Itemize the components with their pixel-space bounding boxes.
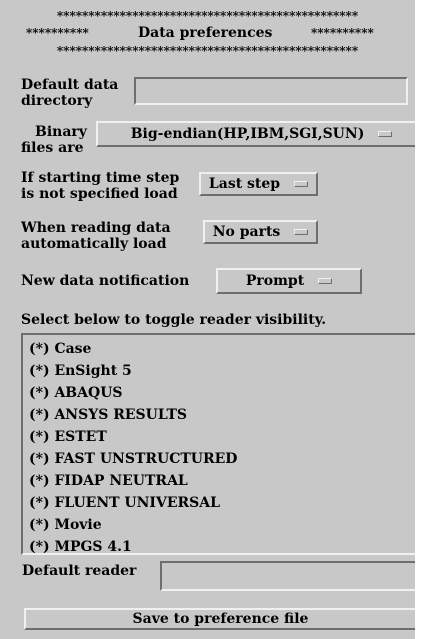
list-item[interactable]: (*) ESTET: [29, 429, 107, 445]
default-reader-field[interactable]: [160, 561, 415, 591]
list-item[interactable]: (*) FAST UNSTRUCTURED: [29, 451, 237, 467]
list-item[interactable]: (*) FLUENT UNIVERSAL: [29, 495, 220, 511]
starting-time-step-option-menu[interactable]: Last step: [199, 172, 318, 196]
header-title-row: ********** Data preferences **********: [0, 25, 415, 41]
starting-time-step-selected: Last step: [208, 176, 281, 192]
reader-list[interactable]: (*) Case (*) EnSight 5 (*) ABAQUS (*) AN…: [21, 333, 415, 555]
save-button-label: Save to preference file: [132, 611, 309, 627]
default-data-directory-label-line1: Default data: [21, 77, 119, 93]
window-background-edge: [415, 0, 443, 639]
header-stars-bottom: ****************************************…: [56, 44, 359, 58]
reader-list-viewport: (*) Case (*) EnSight 5 (*) ABAQUS (*) AN…: [25, 337, 415, 555]
default-data-directory-field[interactable]: [134, 77, 408, 105]
list-item[interactable]: (*) FIDAP NEUTRAL: [29, 473, 188, 489]
when-reading-label-line1: When reading data: [21, 220, 171, 236]
header-stars-top: ****************************************…: [56, 9, 359, 23]
list-item[interactable]: (*) ANSYS RESULTS: [29, 407, 187, 423]
list-item[interactable]: (*) Case: [29, 341, 91, 357]
list-item[interactable]: (*) MPGS 4.1: [29, 539, 132, 555]
save-to-preference-file-button[interactable]: Save to preference file: [24, 608, 415, 630]
reader-list-caption: Select below to toggle reader visibility…: [21, 312, 327, 328]
page-title: Data preferences: [138, 25, 273, 41]
list-item[interactable]: (*) EnSight 5: [29, 363, 132, 379]
new-data-notification-option-menu[interactable]: Prompt: [216, 268, 362, 294]
option-menu-indicator-icon: [378, 131, 393, 137]
starting-time-step-label-line1: If starting time step: [21, 170, 180, 186]
default-data-directory-label-line2: directory: [21, 93, 93, 109]
header-stars-left: **********: [26, 26, 89, 40]
data-preferences-panel: ****************************************…: [0, 0, 415, 639]
header-stars-right: **********: [311, 26, 374, 40]
binary-files-selected: Big-endian(HP,IBM,SGI,SUN): [130, 126, 365, 142]
option-menu-indicator-icon: [318, 278, 333, 284]
default-reader-label: Default reader: [22, 563, 137, 579]
option-menu-indicator-icon: [294, 181, 309, 187]
new-data-notification-selected: Prompt: [245, 273, 305, 289]
when-reading-label-line2: automatically load: [21, 236, 167, 252]
list-item[interactable]: (*) ABAQUS: [29, 385, 123, 401]
new-data-notification-label: New data notification: [21, 273, 190, 289]
binary-files-option-menu[interactable]: Big-endian(HP,IBM,SGI,SUN): [96, 121, 415, 147]
list-item[interactable]: (*) Movie: [29, 517, 102, 533]
binary-files-label-line1: Binary: [35, 124, 87, 140]
binary-files-label-line2: files are: [21, 140, 84, 156]
when-reading-selected: No parts: [212, 224, 281, 240]
when-reading-option-menu[interactable]: No parts: [203, 220, 318, 244]
starting-time-step-label-line2: is not specified load: [21, 186, 178, 202]
option-menu-indicator-icon: [294, 229, 309, 235]
